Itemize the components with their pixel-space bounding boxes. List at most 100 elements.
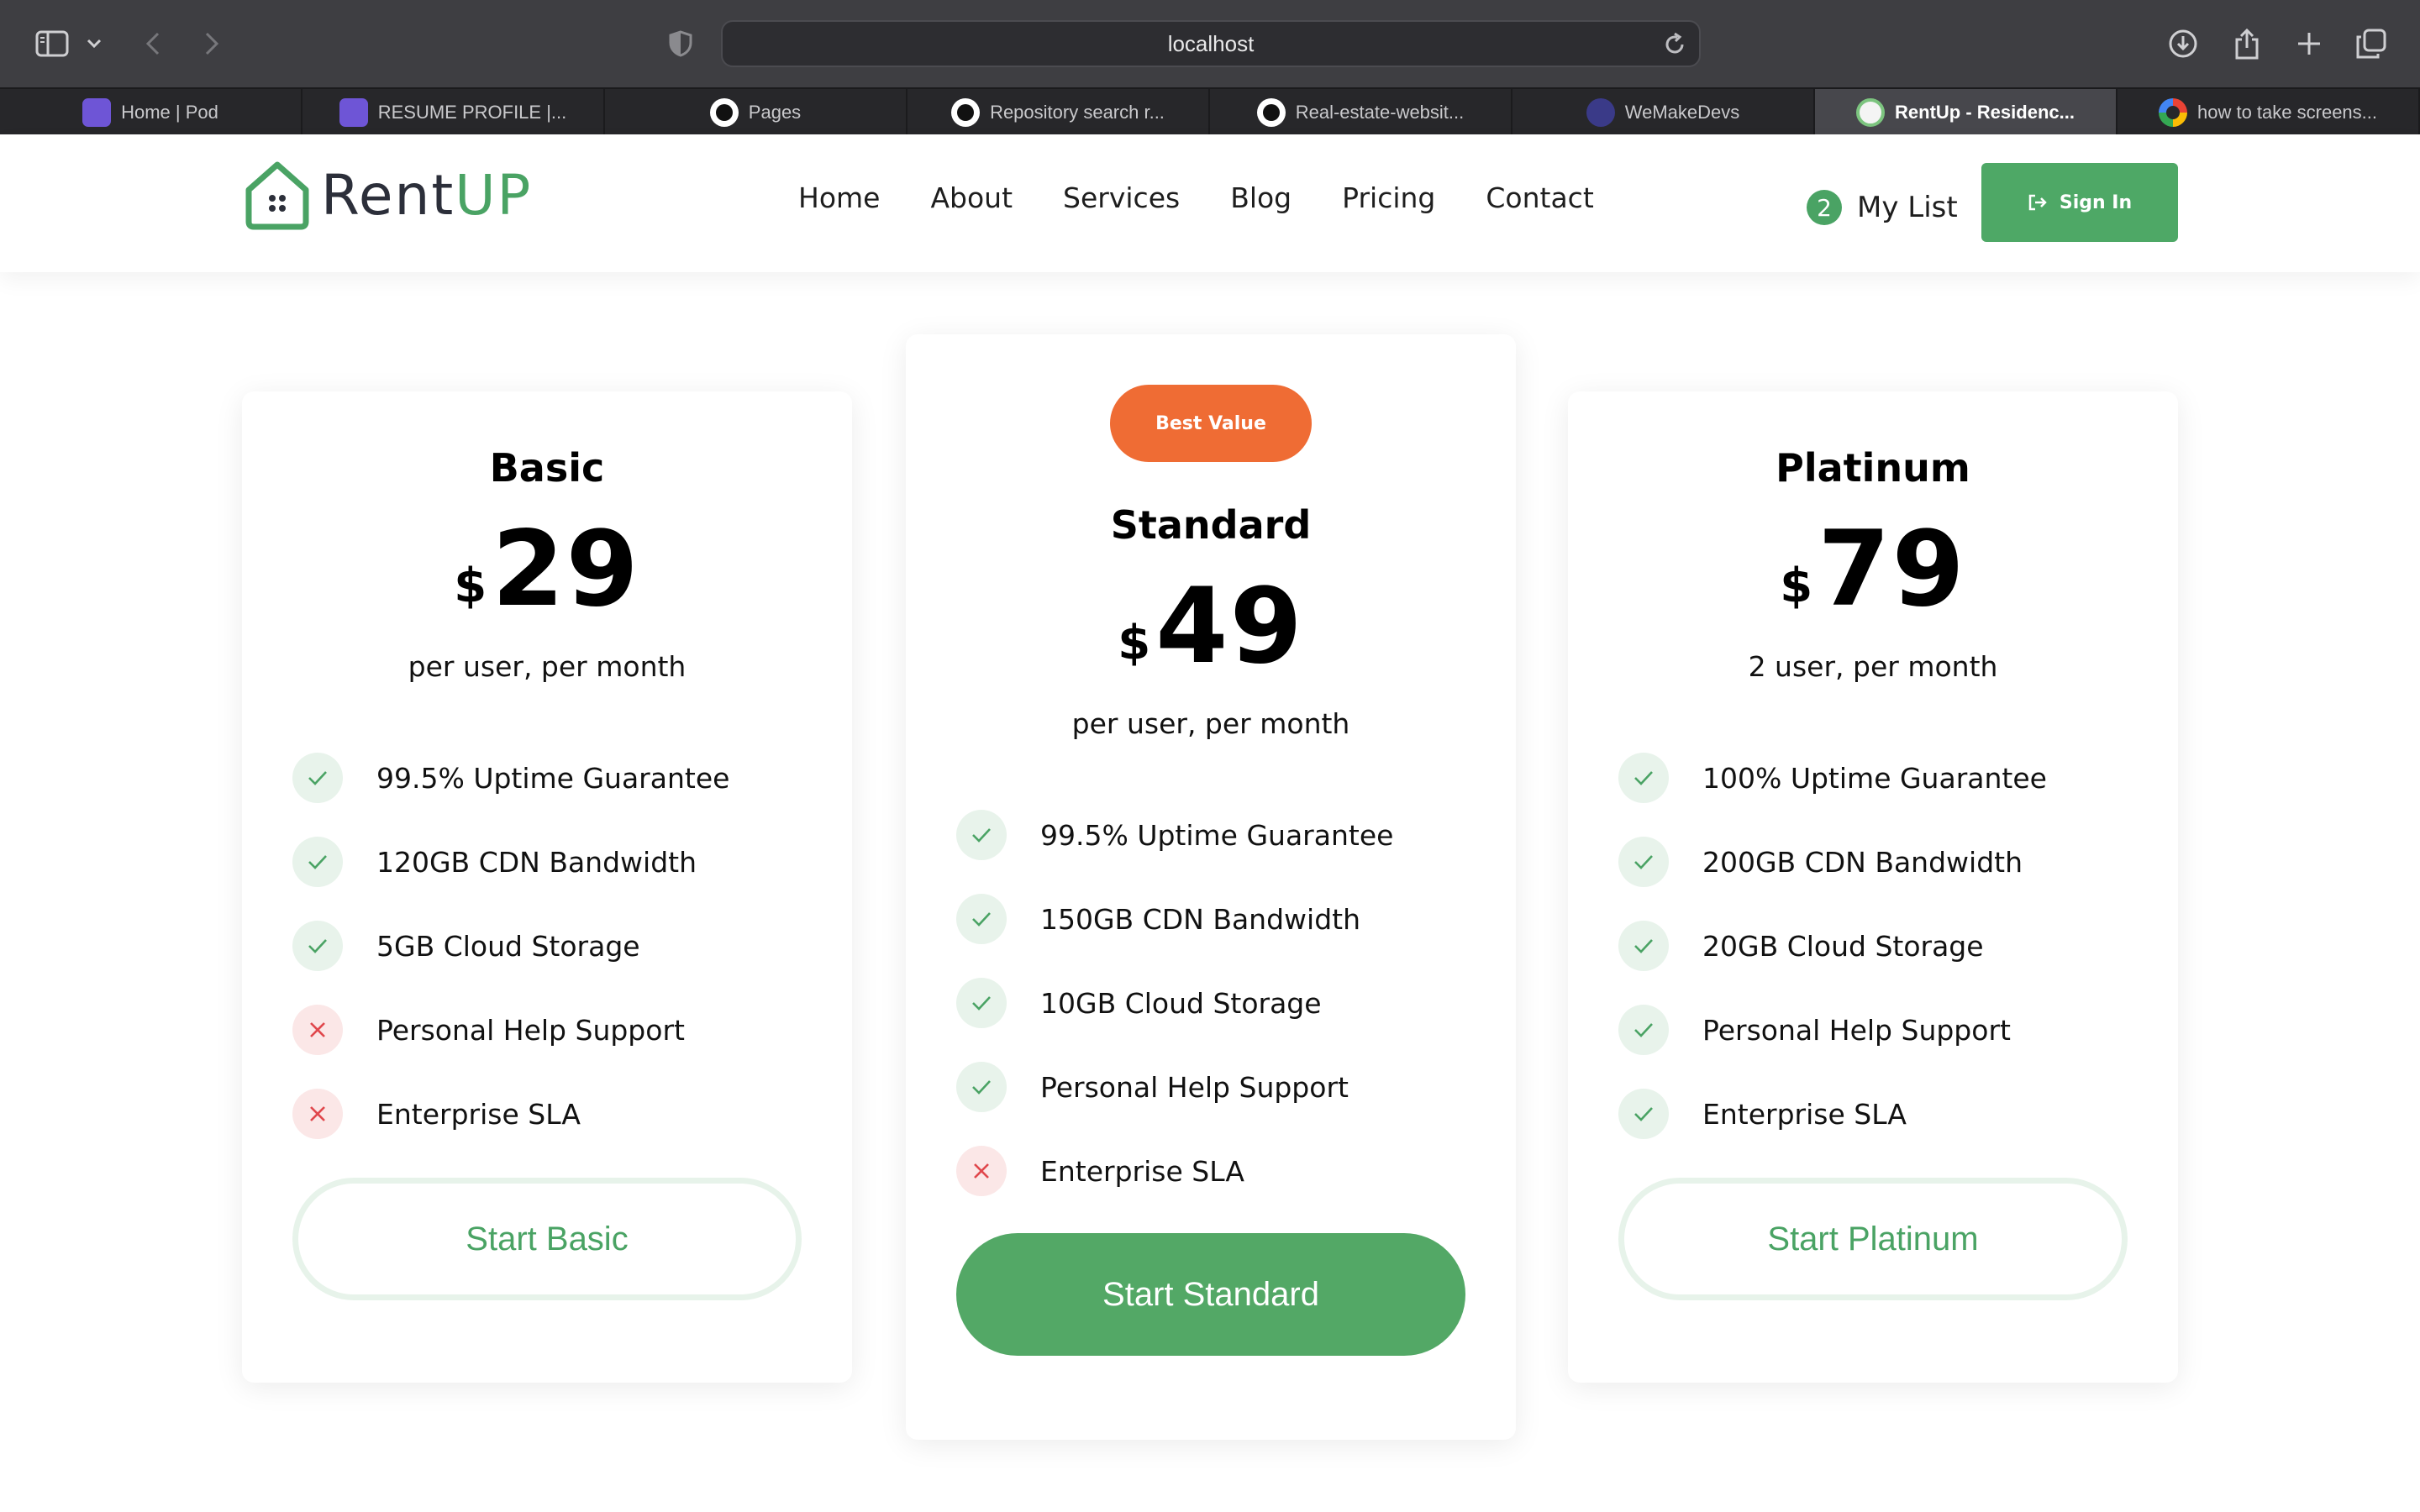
plan-price: $ 79 [1568, 517, 2178, 622]
tab-label: RESUME PROFILE |... [377, 102, 567, 123]
cross-icon [956, 1146, 1007, 1196]
tab-label: Real-estate-websit... [1295, 102, 1465, 123]
my-list-link[interactable]: 2 My List [1807, 190, 1958, 225]
feature-item: 200GB CDN Bandwidth [1618, 820, 2047, 904]
feature-text: Enterprise SLA [376, 1097, 581, 1131]
browser-tab[interactable]: Repository search r... [908, 89, 1210, 136]
pricing-card-platinum: Platinum $ 79 2 user, per month 100% Upt… [1568, 391, 2178, 1383]
feature-text: Personal Help Support [1040, 1070, 1349, 1104]
check-icon [292, 837, 343, 887]
feature-text: 20GB Cloud Storage [1702, 929, 1984, 963]
price-period: per user, per month [408, 650, 687, 683]
brand-rent: Rent [321, 162, 455, 228]
check-icon [956, 810, 1007, 860]
browser-tab[interactable]: Home | Pod [0, 89, 302, 136]
my-list-count-badge: 2 [1807, 190, 1842, 225]
browser-tab-active[interactable]: RentUp - Residenc... [1815, 89, 2118, 136]
price-period: 2 user, per month [1748, 650, 1998, 683]
nav-home[interactable]: Home [798, 181, 880, 214]
wemakedevs-favicon-icon [1586, 98, 1615, 127]
feature-item: Personal Help Support [292, 988, 729, 1072]
price-amount: 79 [1818, 509, 1966, 630]
feature-text: 99.5% Uptime Guarantee [1040, 818, 1394, 852]
google-favicon-icon [2159, 98, 2187, 127]
brand-name: RentUP [321, 163, 532, 228]
price-currency: $ [454, 559, 487, 613]
browser-tab[interactable]: RESUME PROFILE |... [302, 89, 605, 136]
tab-overview-icon[interactable] [2349, 22, 2393, 66]
cross-icon [292, 1005, 343, 1055]
feature-list: 99.5% Uptime Guarantee 150GB CDN Bandwidt… [956, 793, 1393, 1213]
feature-text: Enterprise SLA [1702, 1097, 1907, 1131]
share-icon[interactable] [2225, 22, 2269, 66]
brand-up: UP [455, 162, 533, 228]
site-header: RentUP Home About Services Blog Pricing … [0, 134, 2420, 272]
sidebar-toggle-icon[interactable] [30, 22, 74, 66]
nav-pricing[interactable]: Pricing [1342, 181, 1435, 214]
nav-about[interactable]: About [930, 181, 1013, 214]
price-currency: $ [1780, 559, 1813, 613]
browser-tab[interactable]: WeMakeDevs [1512, 89, 1815, 136]
shield-icon[interactable] [659, 22, 702, 66]
browser-tab[interactable]: how to take screens... [2118, 89, 2420, 136]
my-list-label: My List [1857, 191, 1958, 224]
feature-item: 150GB CDN Bandwidth [956, 877, 1393, 961]
price-amount: 49 [1155, 566, 1304, 687]
sign-in-button[interactable]: Sign In [1981, 163, 2178, 242]
nav-services[interactable]: Services [1063, 181, 1180, 214]
check-icon [292, 921, 343, 971]
download-icon[interactable] [2161, 22, 2205, 66]
browser-toolbar: localhost [0, 0, 2420, 87]
address-bar[interactable]: localhost [721, 20, 1701, 67]
feature-item: 5GB Cloud Storage [292, 904, 729, 988]
url-text: localhost [1167, 30, 1255, 56]
feature-text: 10GB Cloud Storage [1040, 986, 1322, 1020]
pricing-card-standard: Best Value Standard $ 49 per user, per m… [906, 334, 1516, 1440]
tab-label: WeMakeDevs [1624, 102, 1740, 123]
check-icon [956, 978, 1007, 1028]
tab-bar: Home | Pod RESUME PROFILE |... Pages Rep… [0, 87, 2420, 136]
plan-name: Basic [489, 445, 605, 491]
feature-item: 120GB CDN Bandwidth [292, 820, 729, 904]
feature-item: Enterprise SLA [1618, 1072, 2047, 1156]
feature-item: 99.5% Uptime Guarantee [956, 793, 1393, 877]
nav-blog[interactable]: Blog [1230, 181, 1292, 214]
browser-tab[interactable]: Pages [605, 89, 908, 136]
feature-item: Personal Help Support [1618, 988, 2047, 1072]
reload-icon[interactable] [1662, 32, 1687, 57]
pricing-card-basic: Basic $ 29 per user, per month 99.5% Upt… [242, 391, 852, 1383]
logo[interactable]: RentUP [240, 158, 532, 232]
check-icon [1618, 837, 1669, 887]
start-platinum-button[interactable]: Start Platinum [1618, 1178, 2128, 1300]
plan-name: Platinum [1776, 445, 1970, 491]
github-favicon-icon [951, 98, 981, 127]
main-nav: Home About Services Blog Pricing Contact [798, 181, 1644, 214]
nav-contact[interactable]: Contact [1486, 181, 1593, 214]
forward-arrow-icon[interactable] [190, 22, 234, 66]
feature-item: 10GB Cloud Storage [956, 961, 1393, 1045]
chevron-down-icon[interactable] [77, 22, 111, 66]
feature-text: 120GB CDN Bandwidth [376, 845, 697, 879]
feature-item: 100% Uptime Guarantee [1618, 736, 2047, 820]
tab-label: Pages [748, 102, 802, 123]
new-tab-plus-icon[interactable] [2287, 22, 2331, 66]
cross-icon [292, 1089, 343, 1139]
price-period: per user, per month [1071, 707, 1350, 740]
start-standard-button[interactable]: Start Standard [956, 1233, 1465, 1356]
back-arrow-icon[interactable] [131, 22, 175, 66]
github-favicon-icon [1256, 98, 1286, 127]
plan-name: Standard [1110, 502, 1312, 548]
plan-price: $ 49 [906, 575, 1516, 679]
feature-text: Personal Help Support [1702, 1013, 2011, 1047]
check-icon [1618, 1089, 1669, 1139]
feature-item: Enterprise SLA [956, 1129, 1393, 1213]
feature-text: 99.5% Uptime Guarantee [376, 761, 730, 795]
check-icon [1618, 1005, 1669, 1055]
start-basic-button[interactable]: Start Basic [292, 1178, 802, 1300]
feature-text: Personal Help Support [376, 1013, 685, 1047]
feature-item: 99.5% Uptime Guarantee [292, 736, 729, 820]
house-logo-icon [245, 161, 309, 230]
feature-text: 5GB Cloud Storage [376, 929, 640, 963]
browser-tab[interactable]: Real-estate-websit... [1210, 89, 1512, 136]
feature-text: 150GB CDN Bandwidth [1040, 902, 1360, 936]
